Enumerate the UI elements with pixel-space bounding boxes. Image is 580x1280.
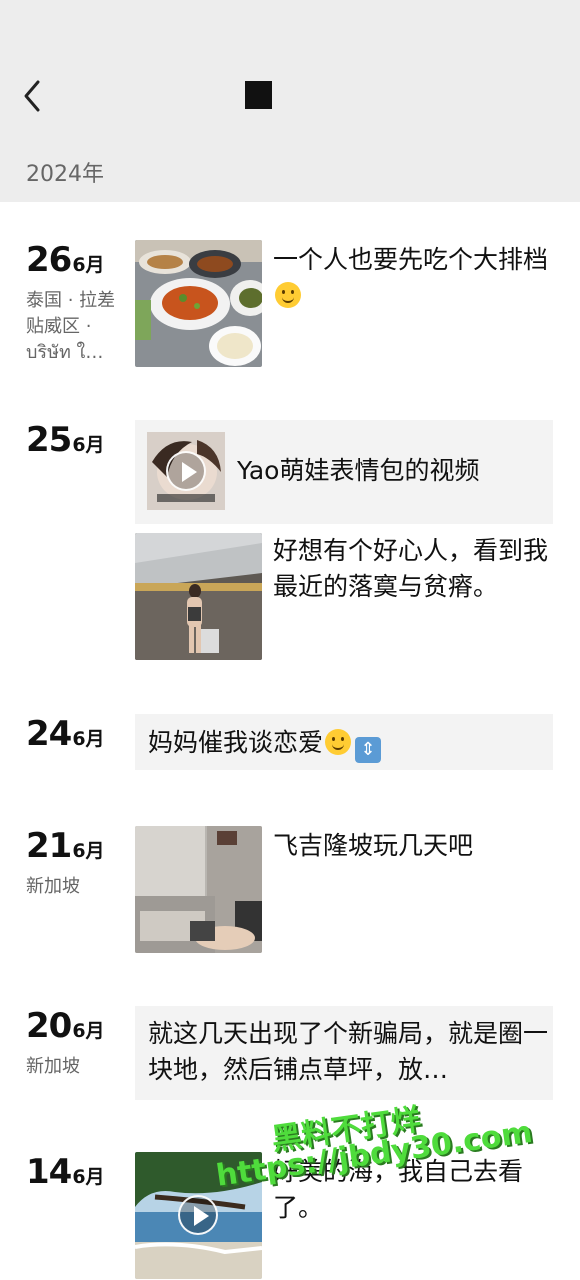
entry-date: 206月 — [26, 1006, 105, 1046]
video-title: Yao萌娃表情包的视频 — [237, 456, 480, 485]
entry-caption: 好想有个好心人，看到我最近的落寞与贫瘠。 — [273, 536, 549, 601]
entry-caption: 就这几天出现了个新骗局，就是圈一块地，然后铺点草坪，放… — [148, 1019, 549, 1084]
entry-caption: 妈妈催我谈恋爱 ⇕ — [148, 725, 382, 763]
avatar[interactable] — [245, 81, 272, 109]
video-thumbnail — [147, 432, 225, 510]
location-label: 泰国 · 拉差贴威区 · บริษัท ใ… — [26, 290, 116, 363]
back-button[interactable] — [18, 76, 52, 116]
entry-date: 216月 — [26, 826, 105, 866]
photo[interactable] — [135, 533, 262, 660]
smile-emoji-icon — [325, 729, 352, 755]
entry-date: 266月 — [26, 240, 105, 280]
photo[interactable] — [135, 826, 262, 953]
video-card[interactable]: Yao萌娃表情包的视频 — [135, 420, 553, 524]
yum-emoji-icon — [275, 282, 301, 308]
entry-caption: 一个人也要先吃个大排档 — [273, 242, 558, 314]
text-card[interactable]: 就这几天出现了个新骗局，就是圈一块地，然后铺点草坪，放… — [135, 1006, 553, 1100]
date-day: 21 — [26, 826, 72, 866]
up-down-arrow-icon: ⇕ — [355, 737, 382, 763]
date-day: 14 — [26, 1152, 72, 1192]
watermark-title: 黑料不打烊 — [269, 1102, 423, 1158]
date-day: 20 — [26, 1006, 72, 1046]
date-day: 25 — [26, 420, 72, 460]
video-thumbnail[interactable] — [135, 1152, 262, 1279]
entry-caption: 飞吉隆坡玩几天吧 — [273, 831, 474, 860]
date-month: 6月 — [72, 434, 105, 456]
entry-date: 146月 — [26, 1152, 105, 1192]
location-label: 新加坡 — [26, 876, 80, 897]
entry-date: 256月 — [26, 420, 105, 460]
entry-date: 246月 — [26, 714, 105, 754]
food-photo[interactable] — [135, 240, 262, 367]
date-month: 6月 — [72, 840, 105, 862]
date-month: 6月 — [72, 728, 105, 750]
date-month: 6月 — [72, 1166, 105, 1188]
date-month: 6月 — [72, 1020, 105, 1042]
date-day: 26 — [26, 240, 72, 280]
header-bar: 2024年 — [0, 0, 580, 202]
chevron-left-icon — [24, 80, 40, 112]
date-day: 24 — [26, 714, 72, 754]
date-month: 6月 — [72, 254, 105, 276]
year-label: 2024年 — [26, 162, 104, 187]
play-icon — [178, 1195, 218, 1235]
play-icon — [166, 451, 206, 491]
text-card[interactable]: 妈妈催我谈恋爱 ⇕ — [135, 714, 553, 770]
entry-caption: 好美的海，我自己去看了。 — [273, 1157, 524, 1222]
location-label: 新加坡 — [26, 1056, 80, 1077]
